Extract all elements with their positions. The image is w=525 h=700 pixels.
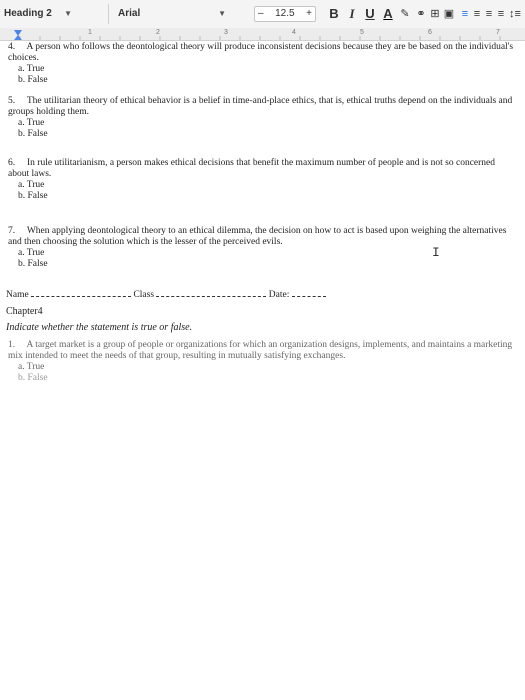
italic-button[interactable]: I (344, 6, 360, 22)
highlight-icon[interactable]: ✎ (398, 6, 412, 22)
ruler-mark: 7 (496, 29, 500, 36)
link-icon[interactable]: ⚭ (414, 6, 428, 22)
insert-icon[interactable]: ⊞ (428, 6, 442, 22)
question-number: 7. (8, 226, 16, 236)
font-size-control: – 12.5 + (254, 6, 316, 22)
class-blank[interactable] (156, 296, 267, 297)
ruler-mark: 5 (360, 29, 364, 36)
instructions: Indicate whether the statement is true o… (6, 322, 193, 333)
name-class-date-line: Name Class Date: (6, 290, 326, 301)
ruler-mark: 6 (428, 29, 432, 36)
increase-font-size-button[interactable]: + (306, 6, 312, 22)
question-number: 1. (8, 340, 16, 350)
option-false: b. False (18, 129, 48, 139)
question-body: In rule utilitarianism, a person makes e… (8, 158, 496, 179)
question-number: 4. (8, 42, 16, 52)
ruler-ticks (14, 30, 501, 40)
text-color-button[interactable]: A (380, 6, 396, 22)
option-true: a. True (18, 248, 45, 258)
name-blank[interactable] (31, 296, 132, 297)
question-number: 5. (8, 96, 16, 106)
question-text: 4. A person who follows the deontologica… (8, 42, 518, 64)
chevron-down-icon: ▼ (64, 9, 72, 18)
question-text: 6. In rule utilitarianism, a person make… (8, 158, 518, 180)
document-page[interactable]: 4. A person who follows the deontologica… (0, 40, 525, 700)
option-false: b. False (18, 75, 48, 85)
question-body: When applying deontological theory to an… (8, 226, 507, 247)
ruler-mark: 4 (292, 29, 296, 36)
question-5: 5. The utilitarian theory of ethical beh… (8, 96, 518, 140)
font-size-value[interactable]: 12.5 (275, 6, 294, 22)
option-true: a. True (18, 180, 45, 190)
image-icon[interactable]: ▣ (442, 6, 456, 22)
question-7: 7. When applying deontological theory to… (8, 226, 518, 270)
question-6: 6. In rule utilitarianism, a person make… (8, 158, 518, 202)
question-body: A person who follows the deontological t… (8, 42, 514, 63)
font-family-value: Arial (118, 8, 141, 19)
chapter-heading: Chapter4 (6, 306, 43, 317)
date-label: Date: (268, 290, 290, 300)
date-blank[interactable] (291, 296, 326, 297)
chevron-down-icon: ▼ (218, 9, 226, 18)
class-label: Class (133, 290, 155, 300)
ruler-mark: 1 (88, 29, 92, 36)
text-cursor-icon: I (432, 245, 440, 260)
question-text: 1. A target market is a group of people … (8, 340, 518, 362)
toolbar-divider (108, 4, 109, 24)
question-body: The utilitarian theory of ethical behavi… (8, 96, 513, 117)
question-1: 1. A target market is a group of people … (8, 340, 518, 384)
paragraph-style-select[interactable]: Heading 2 ▼ (4, 6, 74, 22)
paragraph-style-value: Heading 2 (4, 8, 52, 19)
option-true: a. True (18, 118, 45, 128)
ruler-mark: 3 (224, 29, 228, 36)
ruler-mark: 2 (156, 29, 160, 36)
name-label: Name (6, 290, 29, 300)
underline-button[interactable]: U (362, 6, 378, 22)
question-text: 7. When applying deontological theory to… (8, 226, 518, 248)
font-family-select[interactable]: Arial ▼ (118, 6, 228, 22)
question-text: 5. The utilitarian theory of ethical beh… (8, 96, 518, 118)
option-false: b. False (18, 259, 48, 269)
line-spacing-icon[interactable]: ↕≡ (506, 6, 524, 22)
option-true: a. True (18, 64, 45, 74)
decrease-font-size-button[interactable]: – (258, 6, 264, 22)
option-false: b. False (18, 191, 48, 201)
question-body: A target market is a group of people or … (8, 340, 513, 361)
option-false: b. False (18, 373, 48, 383)
option-true: a. True (18, 362, 45, 372)
formatting-toolbar: Heading 2 ▼ Arial ▼ – 12.5 + B I U A ✎ ⚭… (0, 0, 525, 29)
bold-button[interactable]: B (326, 6, 342, 22)
question-number: 6. (8, 158, 16, 168)
question-4: 4. A person who follows the deontologica… (8, 42, 518, 86)
